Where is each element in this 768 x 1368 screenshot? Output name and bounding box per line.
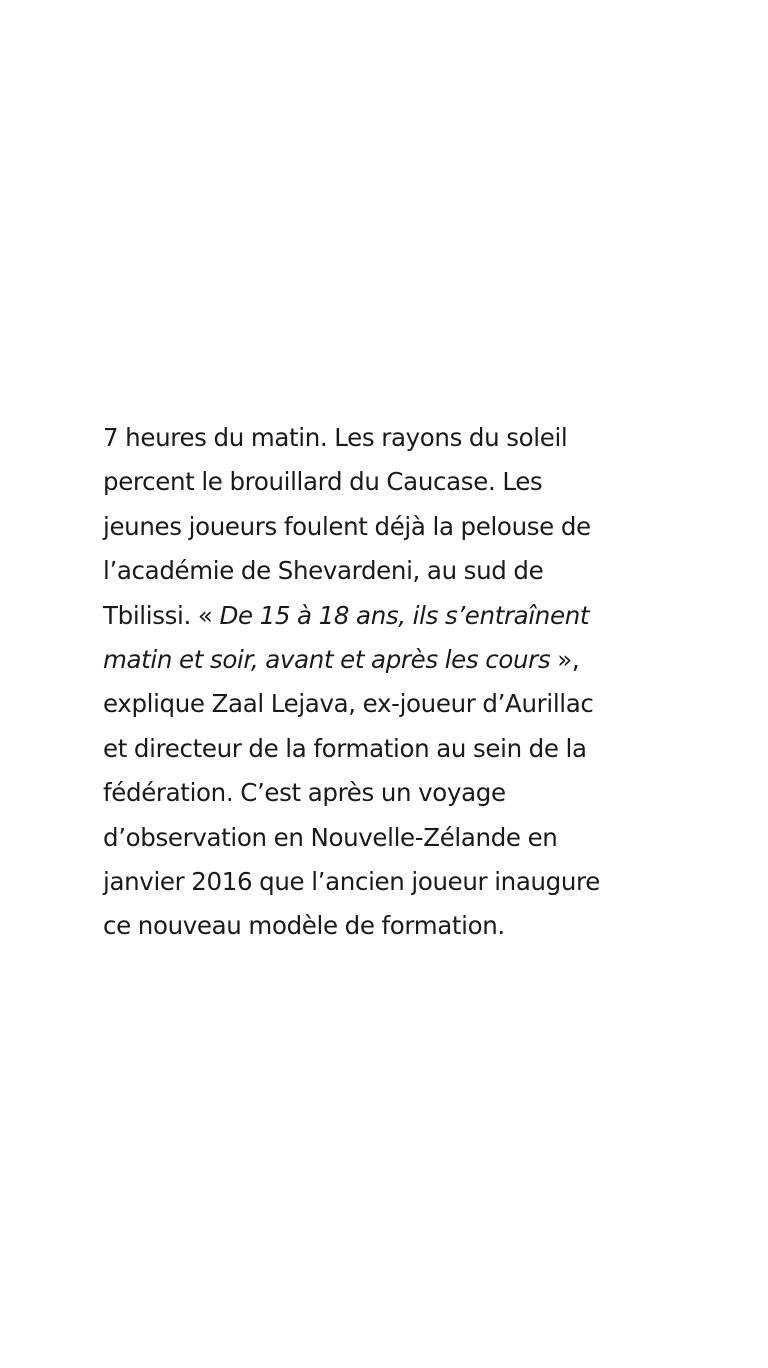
paragraph-line-with-quote: matin et soir, avant et après les cours …	[103, 638, 675, 682]
quote-closing-text: »,	[550, 645, 580, 675]
paragraph-line: ce nouveau modèle de formation.	[103, 911, 505, 941]
paragraph-line: 7 heures du matin. Les rayons du soleil	[103, 423, 568, 452]
quote-text: matin et soir, avant et après les cours	[103, 645, 551, 675]
paragraph-line: et directeur de la formation au sein de …	[103, 733, 587, 763]
paragraph-line: explique Zaal Lejava, ex-joueur d’Aurill…	[103, 689, 594, 719]
quote-opening-text: Tbilissi. «	[103, 600, 220, 630]
paragraph-line-with-quote: Tbilissi. « De 15 à 18 ans, ils s’entraî…	[103, 594, 675, 638]
paragraph-line: fédération. C’est après un voyage	[103, 778, 506, 808]
paragraph-line: percent le brouillard du Caucase. Les	[103, 467, 543, 497]
paragraph-line: jeunes joueurs foulent déjà la pelouse d…	[103, 511, 591, 541]
paragraph-line: janvier 2016 que l’ancien joueur inaugur…	[103, 867, 600, 897]
paragraph-line: d’observation en Nouvelle-Zélande en	[103, 822, 558, 852]
quote-text: De 15 à 18 ans, ils s’entraînent	[219, 600, 590, 630]
article-paragraph: 7 heures du matin. Les rayons du soleil …	[103, 416, 675, 949]
paragraph-line: l’académie de Shevardeni, au sud de	[103, 556, 544, 586]
